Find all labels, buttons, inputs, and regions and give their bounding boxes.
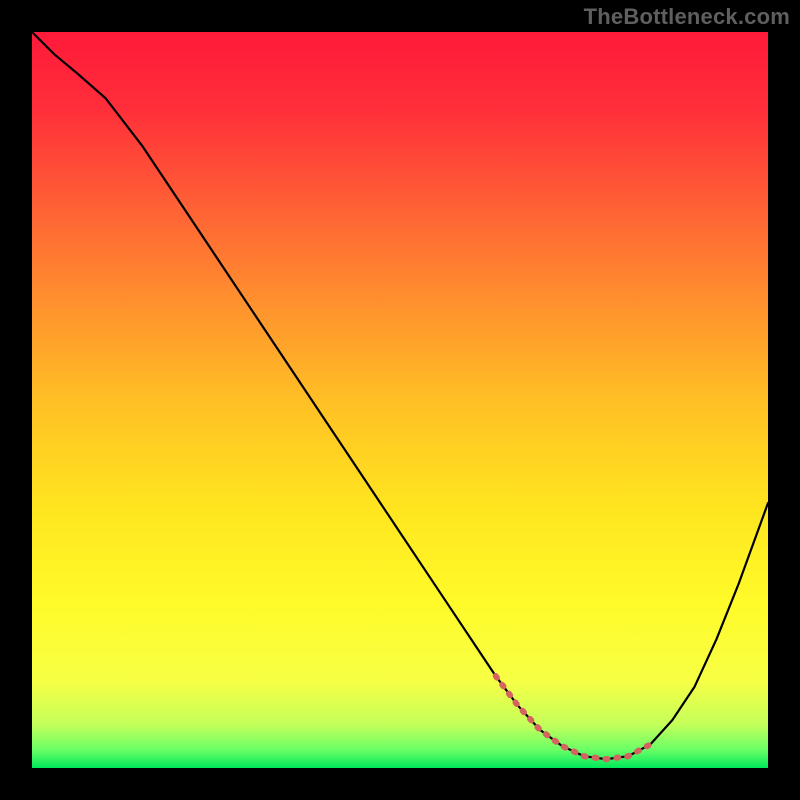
gradient-background <box>32 32 768 768</box>
bottleneck-chart <box>32 32 768 768</box>
watermark-text: TheBottleneck.com <box>584 4 790 30</box>
